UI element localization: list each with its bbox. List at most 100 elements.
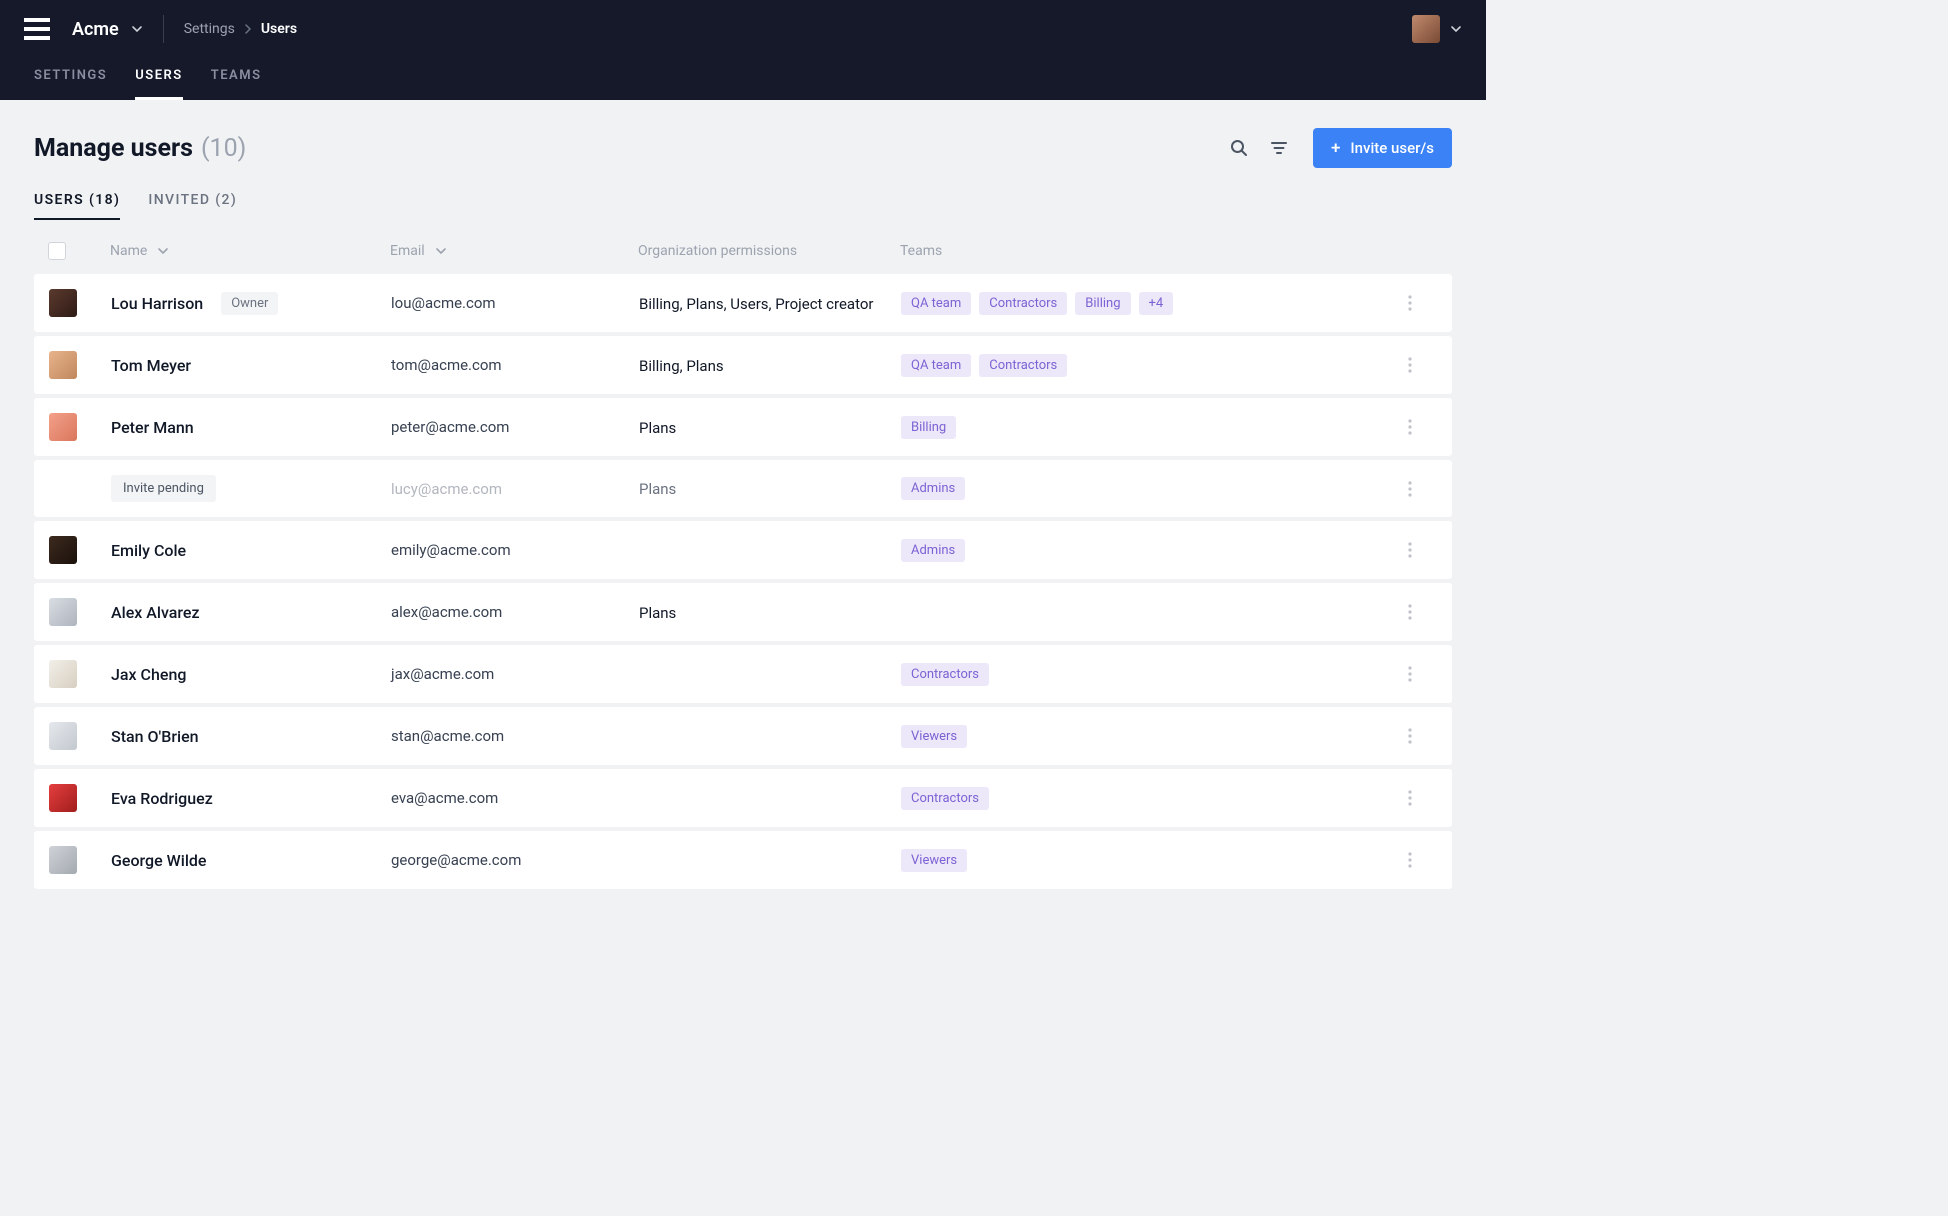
- more-vertical-icon: [1408, 357, 1412, 373]
- row-actions-button[interactable]: [1397, 599, 1423, 625]
- more-vertical-icon: [1408, 790, 1412, 806]
- user-name[interactable]: Tom Meyer: [111, 356, 191, 375]
- user-name[interactable]: Lou Harrison: [111, 294, 203, 313]
- breadcrumb-current: Users: [261, 21, 297, 37]
- row-actions-button[interactable]: [1397, 847, 1423, 873]
- select-all-checkbox[interactable]: [48, 242, 66, 260]
- user-permissions: Billing, Plans: [639, 357, 724, 375]
- top-bar-row: Acme Settings Users: [0, 0, 1486, 58]
- user-email: jax@acme.com: [391, 665, 494, 683]
- table-header: Name Email Organization permissions Team…: [34, 242, 1452, 274]
- table-row: Emily Cole emily@acme.com Admins: [34, 521, 1452, 579]
- team-chip[interactable]: QA team: [901, 292, 971, 315]
- sub-tabs: USERS (18) INVITED (2): [34, 192, 1452, 220]
- team-chip[interactable]: Contractors: [901, 663, 989, 686]
- user-permissions: Plans: [639, 480, 676, 498]
- team-chip[interactable]: Viewers: [901, 725, 967, 748]
- table-row: Lou Harrison Owner lou@acme.com Billing, Pl…: [34, 274, 1452, 332]
- user-name[interactable]: Eva Rodriguez: [111, 789, 213, 808]
- row-actions-button[interactable]: [1397, 723, 1423, 749]
- chevron-down-icon: [435, 245, 447, 257]
- more-vertical-icon: [1408, 852, 1412, 868]
- user-email: alex@acme.com: [391, 603, 502, 621]
- user-name[interactable]: Alex Alvarez: [111, 603, 200, 622]
- divider: [163, 15, 164, 43]
- team-chip[interactable]: Admins: [901, 539, 965, 562]
- user-permissions: Plans: [639, 604, 676, 622]
- user-avatar: [49, 846, 77, 874]
- team-chip[interactable]: Admins: [901, 477, 965, 500]
- user-email: george@acme.com: [391, 851, 521, 869]
- tab-teams[interactable]: TEAMS: [211, 58, 262, 100]
- user-email: lou@acme.com: [391, 294, 496, 312]
- column-header-permissions[interactable]: Organization permissions: [638, 243, 900, 259]
- team-chip[interactable]: Billing: [901, 416, 956, 439]
- column-header-email[interactable]: Email: [390, 243, 638, 259]
- table-row: Tom Meyer tom@acme.com Billing, Plans QA te…: [34, 336, 1452, 394]
- table-row: Alex Alvarez alex@acme.com Plans: [34, 583, 1452, 641]
- row-actions-button[interactable]: [1397, 290, 1423, 316]
- profile-menu-toggle[interactable]: [1450, 23, 1462, 35]
- search-button[interactable]: [1219, 128, 1259, 168]
- team-chip[interactable]: QA team: [901, 354, 971, 377]
- owner-badge: Owner: [221, 292, 278, 315]
- top-bar: Acme Settings Users SETTINGS USERS TEAMS: [0, 0, 1486, 100]
- page-content: Manage users (10) + Invite user/s USERS …: [0, 100, 1486, 933]
- user-email: tom@acme.com: [391, 356, 502, 374]
- subtab-users[interactable]: USERS (18): [34, 192, 120, 220]
- user-email: emily@acme.com: [391, 541, 511, 559]
- table-row: Stan O'Brienstan@acme.comViewers: [34, 707, 1452, 765]
- user-name[interactable]: Emily Cole: [111, 541, 186, 560]
- subtab-invited[interactable]: INVITED (2): [148, 192, 237, 220]
- filter-icon: [1269, 138, 1289, 158]
- column-header-teams[interactable]: Teams: [900, 243, 1398, 259]
- page-header: Manage users (10) + Invite user/s: [34, 128, 1452, 168]
- team-chip[interactable]: Contractors: [901, 787, 989, 810]
- filter-button[interactable]: [1259, 128, 1299, 168]
- row-actions-button[interactable]: [1397, 414, 1423, 440]
- team-chip[interactable]: Contractors: [979, 354, 1067, 377]
- menu-icon[interactable]: [24, 18, 50, 40]
- breadcrumb: Settings Users: [184, 21, 297, 37]
- more-vertical-icon: [1408, 666, 1412, 682]
- column-header-name[interactable]: Name: [110, 243, 390, 259]
- more-vertical-icon: [1408, 481, 1412, 497]
- invite-pending-badge: Invite pending: [111, 475, 216, 502]
- user-email: lucy@acme.com: [391, 480, 502, 498]
- invite-user-button[interactable]: + Invite user/s: [1313, 128, 1452, 168]
- column-permissions-label: Organization permissions: [638, 243, 797, 259]
- row-actions-button[interactable]: [1397, 661, 1423, 687]
- table-row: Invite pending lucy@acme.com Plans Admins: [34, 460, 1452, 517]
- table-row: Jax Cheng jax@acme.com Contractors: [34, 645, 1452, 703]
- user-name[interactable]: Stan O'Brien: [111, 727, 199, 746]
- more-vertical-icon: [1408, 728, 1412, 744]
- user-avatar: [49, 598, 77, 626]
- invite-button-label: Invite user/s: [1350, 139, 1434, 157]
- user-avatar: [49, 660, 77, 688]
- user-email: peter@acme.com: [391, 418, 509, 436]
- user-name[interactable]: Peter Mann: [111, 418, 194, 437]
- breadcrumb-root[interactable]: Settings: [184, 21, 235, 37]
- user-avatar: [49, 351, 77, 379]
- tab-settings[interactable]: SETTINGS: [34, 58, 107, 100]
- user-name[interactable]: George Wilde: [111, 851, 207, 870]
- more-vertical-icon: [1408, 419, 1412, 435]
- team-chip[interactable]: Contractors: [979, 292, 1067, 315]
- user-name[interactable]: Jax Cheng: [111, 665, 186, 684]
- row-actions-button[interactable]: [1397, 785, 1423, 811]
- row-actions-button[interactable]: [1397, 476, 1423, 502]
- user-avatar: [49, 413, 77, 441]
- user-permissions: Billing, Plans, Users, Project creator: [639, 295, 874, 313]
- team-chip[interactable]: +4: [1139, 292, 1174, 315]
- top-nav: SETTINGS USERS TEAMS: [0, 58, 1486, 100]
- tab-users[interactable]: USERS: [135, 58, 183, 100]
- team-chip[interactable]: Viewers: [901, 849, 967, 872]
- table-body: Lou Harrison Owner lou@acme.com Billing, Pl…: [34, 274, 1452, 889]
- row-actions-button[interactable]: [1397, 537, 1423, 563]
- page-count: (10): [201, 134, 246, 163]
- org-switcher[interactable]: Acme: [72, 19, 143, 40]
- team-chip[interactable]: Billing: [1075, 292, 1130, 315]
- more-vertical-icon: [1408, 604, 1412, 620]
- profile-avatar[interactable]: [1412, 15, 1440, 43]
- row-actions-button[interactable]: [1397, 352, 1423, 378]
